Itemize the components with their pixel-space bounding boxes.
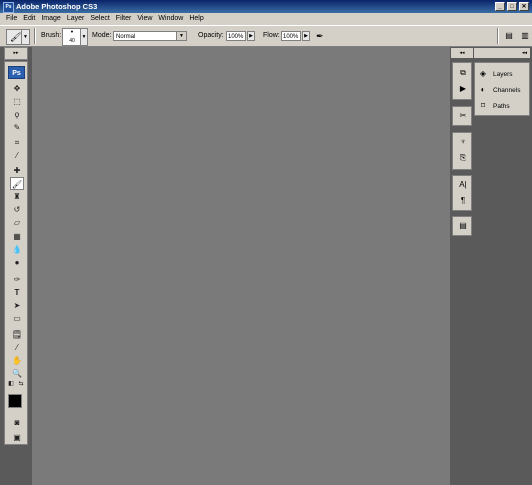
mode-value: Normal	[116, 34, 136, 40]
opacity-input[interactable]: 100%	[226, 31, 246, 41]
type-icon[interactable]: T	[10, 286, 24, 299]
maximize-button[interactable]: □	[507, 2, 517, 11]
toolbox-collapse-strip[interactable]: ▸▸	[4, 47, 28, 60]
menu-image[interactable]: Image	[38, 13, 63, 25]
workspace-icon[interactable]: ▥	[518, 29, 532, 43]
pen-icon[interactable]: ✑	[10, 273, 24, 286]
panel-item-layers[interactable]: ◈ Layers	[477, 67, 529, 81]
document-canvas-area[interactable]	[32, 47, 450, 485]
character-icon[interactable]: A|	[456, 179, 470, 191]
marquee-icon[interactable]: ⬚	[10, 95, 24, 108]
ps-logo[interactable]: Ps	[8, 66, 25, 79]
menu-help[interactable]: Help	[186, 13, 206, 25]
move-icon[interactable]: ✥	[10, 82, 24, 95]
menu-filter[interactable]: Filter	[113, 13, 135, 25]
mode-select[interactable]: Normal ▼	[113, 31, 187, 41]
icon-panel-group-4: A| ¶	[452, 175, 472, 211]
dock-collapse-strip[interactable]: ◂◂	[451, 48, 473, 58]
panel-label-layers: Layers	[493, 71, 513, 78]
panel-expand-strip[interactable]: ◂◂	[474, 48, 530, 58]
brushes-icon[interactable]: ♆	[456, 136, 470, 148]
quick-mask-icon[interactable]: ◙	[10, 416, 24, 429]
histogram-icon[interactable]: ▶	[456, 83, 470, 95]
brush-icon: 🖌	[10, 32, 22, 42]
path-select-icon[interactable]: ➤	[10, 299, 24, 312]
options-bar: 🖌 ▼ Brush: • 40 ▼ Mode: Normal ▼ Opacity…	[0, 25, 532, 47]
dodge-icon[interactable]: ●	[10, 256, 24, 269]
close-button[interactable]: ✕	[519, 2, 529, 11]
panel-item-paths[interactable]: ⌑ Paths	[477, 99, 529, 113]
layers-panel-group: ◈ Layers ◐ Channels ⌑ Paths	[474, 62, 530, 116]
eyedropper-icon[interactable]: ⁄	[10, 341, 24, 354]
brush-label: Brush:	[41, 32, 62, 39]
default-colors-icon[interactable]: ◧	[7, 380, 15, 388]
menu-select[interactable]: Select	[87, 13, 112, 25]
icon-panel-group-2: ✂	[452, 106, 472, 126]
shape-icon[interactable]: ▭	[10, 312, 24, 325]
navigator-icon[interactable]: ⧉	[456, 67, 470, 79]
gradient-icon[interactable]: ▦	[10, 230, 24, 243]
menu-view[interactable]: View	[134, 13, 155, 25]
swap-colors-icon[interactable]: ⇆	[17, 380, 25, 388]
history-brush-icon[interactable]: ↺	[10, 203, 24, 216]
healing-brush-icon[interactable]: ✚	[10, 164, 24, 177]
title-bar: Ps Adobe Photoshop CS3 _ □ ✕	[0, 0, 532, 13]
menu-bar: File Edit Image Layer Select Filter View Window…	[0, 13, 532, 25]
channels-icon: ◐	[480, 85, 486, 94]
icon-panel-group-5: ▤	[452, 216, 472, 236]
menu-layer[interactable]: Layer	[64, 13, 88, 25]
chevron-down-icon: ▼	[176, 32, 186, 40]
flow-label: Flow:	[263, 32, 280, 39]
brush-picker[interactable]: • 40	[62, 28, 82, 46]
eraser-icon[interactable]: ▱	[10, 216, 24, 229]
airbrush-icon[interactable]: ✒	[316, 30, 328, 42]
clone-source-icon[interactable]: ⎘	[456, 152, 470, 164]
mode-label: Mode:	[92, 32, 112, 39]
foreground-color-swatch[interactable]	[8, 394, 22, 408]
panel-label-paths: Paths	[493, 103, 510, 110]
flow-slider-button[interactable]: ▶	[302, 31, 310, 41]
paragraph-icon[interactable]: ¶	[456, 195, 470, 207]
chevron-down-icon: ▼	[21, 30, 29, 44]
palette-well-icon[interactable]: ▤	[502, 29, 516, 43]
window-title: Adobe Photoshop CS3	[16, 2, 98, 11]
brush-dropdown-button[interactable]: ▼	[80, 28, 88, 46]
slice-icon[interactable]: ⁄	[10, 149, 24, 162]
lasso-icon[interactable]: ϙ	[10, 108, 24, 121]
notes-icon[interactable]: 🗒	[10, 328, 24, 341]
brush-icon[interactable]: 🖌	[10, 177, 24, 190]
menu-window[interactable]: Window	[155, 13, 186, 25]
panel-label-channels: Channels	[493, 87, 521, 94]
panel-item-channels[interactable]: ◐ Channels	[477, 83, 529, 97]
brush-tip-icon: •	[70, 29, 74, 36]
opacity-label: Opacity:	[198, 32, 224, 39]
opacity-slider-button[interactable]: ▶	[247, 31, 255, 41]
minimize-button[interactable]: _	[495, 2, 505, 11]
hand-icon[interactable]: ✋	[10, 354, 24, 367]
icon-panel-group-3: ♆ ⎘	[452, 132, 472, 170]
layer-comps-icon[interactable]: ▤	[456, 220, 470, 232]
flow-input[interactable]: 100%	[281, 31, 301, 41]
quick-select-icon[interactable]: ✎	[10, 121, 24, 134]
crop-icon[interactable]: ⌗	[10, 136, 24, 149]
menu-file[interactable]: File	[3, 13, 20, 25]
screen-mode-icon[interactable]: ▣	[10, 431, 24, 444]
menu-edit[interactable]: Edit	[20, 13, 38, 25]
tool-preset-picker[interactable]: 🖌 ▼	[6, 29, 30, 45]
brush-size-value: 40	[69, 38, 75, 44]
tools-icon[interactable]: ✂	[456, 110, 470, 122]
layers-icon: ◈	[479, 69, 487, 78]
zoom-icon[interactable]: 🔍	[10, 367, 24, 380]
app-icon: Ps	[3, 2, 14, 13]
clone-stamp-icon[interactable]: ♜	[10, 190, 24, 203]
blur-icon[interactable]: 💧	[10, 243, 24, 256]
icon-panel-group-1: ⧉ ▶	[452, 62, 472, 100]
toolbox: Ps ✥ ⬚ ϙ ✎ ⌗ ⁄ ✚ 🖌 ♜ ↺ ▱ ▦ 💧 ● ✑ T ➤ ▭ 🗒…	[4, 61, 28, 445]
paths-icon: ⌑	[480, 101, 486, 110]
separator	[34, 28, 36, 44]
separator	[497, 28, 499, 44]
